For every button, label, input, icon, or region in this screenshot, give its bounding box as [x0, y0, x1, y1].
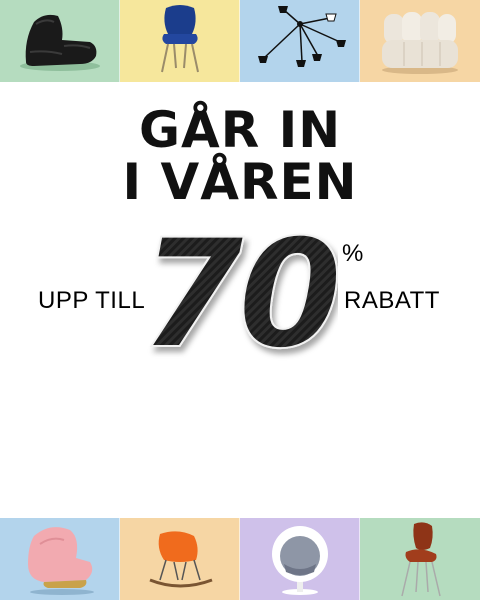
offer-prefix: UPP TILL: [38, 287, 146, 314]
white-ball-chair-icon: [272, 526, 328, 595]
discount-value: 70: [138, 207, 345, 383]
product-tile-leather-chair[interactable]: [360, 518, 480, 600]
product-tile-dining-chair[interactable]: [120, 0, 240, 82]
campaign-headline: GÅR IN I VÅREN: [0, 104, 480, 208]
bottom-product-strip: [0, 518, 480, 600]
product-tile-lounge-chair[interactable]: [0, 0, 120, 82]
discount-value-number: 70: [140, 218, 338, 368]
pink-lounge-chair-icon: [28, 527, 94, 595]
product-tile-ball-chair[interactable]: [240, 518, 360, 600]
discount-unit: %: [342, 240, 364, 267]
top-product-strip: [0, 0, 480, 82]
black-spider-ceiling-lamp-icon: [258, 6, 346, 67]
discount-value-graphic: 70: [139, 207, 345, 383]
product-tile-boucle-sofa[interactable]: [360, 0, 480, 82]
headline-line-2: I VÅREN: [122, 153, 358, 211]
product-tile-rocking-chair[interactable]: [120, 518, 240, 600]
blue-dining-chair-icon: [161, 5, 199, 73]
headline-line-1: GÅR IN: [138, 101, 342, 159]
black-lounge-chair-icon: [20, 14, 100, 71]
white-boucle-sofa-icon: [382, 12, 458, 74]
product-tile-ceiling-lamp[interactable]: [240, 0, 360, 82]
brown-leather-chair-icon: [401, 522, 441, 597]
orange-rocking-chair-icon: [149, 531, 213, 588]
offer-suffix: RABATT: [344, 287, 440, 314]
product-tile-pink-lounge-chair[interactable]: [0, 518, 120, 600]
